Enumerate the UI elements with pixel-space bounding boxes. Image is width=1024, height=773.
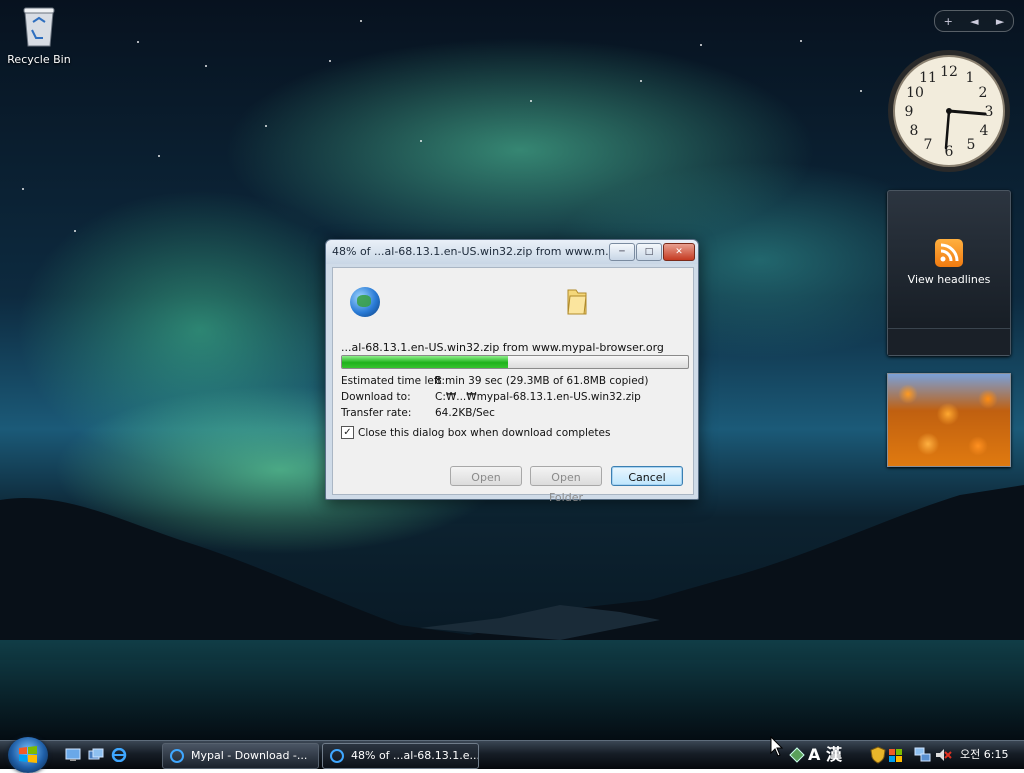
previous-page-button[interactable]: ◄ — [970, 15, 978, 28]
recycle-bin-label: Recycle Bin — [7, 53, 71, 66]
clock-number-2: 2 — [979, 85, 988, 101]
download-source-text: ...al-68.13.1.en-US.win32.zip from www.m… — [341, 341, 664, 354]
clock-gadget[interactable]: 12 1 2 3 4 5 6 7 8 9 10 11 — [886, 48, 1012, 174]
download-progress-bar — [341, 355, 689, 369]
sidebar-controls: + ◄ ► — [934, 10, 1014, 32]
clock-number-4: 4 — [980, 123, 989, 139]
time-left-row: Estimated time left:8 min 39 sec (29.3MB… — [341, 375, 648, 387]
close-when-done-label: Close this dialog box when download comp… — [358, 426, 611, 439]
open-button[interactable]: Open — [450, 466, 522, 486]
ime-hanja-button[interactable]: 漢 — [826, 744, 842, 766]
taskbar: Mypal - Download -... 48% of ...al-68.13… — [0, 737, 1024, 773]
ime-mode-button[interactable]: A — [808, 744, 820, 766]
rss-icon — [935, 239, 963, 267]
clock-number-5: 5 — [967, 137, 976, 153]
clock-number-11: 11 — [919, 70, 937, 86]
close-button[interactable]: ✕ — [663, 243, 695, 261]
taskbar-item-download-progress[interactable]: 48% of ...al-68.13.1.e... — [322, 743, 479, 769]
recycle-bin-icon — [23, 7, 55, 47]
dialog-title: 48% of ...al-68.13.1.en-US.win32.zip fro… — [332, 245, 616, 258]
switch-windows-icon[interactable] — [88, 748, 104, 762]
maximize-button[interactable]: □ — [636, 243, 662, 261]
recycle-bin-shortcut[interactable]: Recycle Bin — [4, 4, 74, 66]
transfer-rate-label: Transfer rate: — [341, 407, 412, 419]
open-folder-button[interactable]: Open Folder — [530, 466, 602, 504]
headlines-footer — [888, 328, 1010, 355]
time-left-label: Estimated time left: — [341, 375, 445, 387]
tray-clock[interactable]: 오전 6:15 — [960, 741, 1008, 769]
show-desktop-icon[interactable] — [65, 748, 81, 762]
browser-quicklaunch-icon[interactable] — [111, 748, 127, 762]
dialog-titlebar[interactable]: 48% of ...al-68.13.1.en-US.win32.zip fro… — [326, 240, 698, 264]
progress-fill — [342, 356, 509, 368]
network-icon[interactable] — [914, 746, 932, 764]
browser-icon — [330, 749, 344, 763]
clock-number-9: 9 — [905, 104, 914, 120]
minimize-button[interactable]: ─ — [609, 243, 635, 261]
download-to-value: C:₩...₩mypal-68.13.1.en-US.win32.zip — [435, 391, 641, 403]
tray-language-icon[interactable] — [788, 746, 806, 764]
clock-number-3: 3 — [985, 104, 994, 120]
transfer-rate-row: Transfer rate: 64.2KB/Sec — [341, 407, 495, 419]
clock-number-12: 12 — [940, 64, 958, 80]
volume-muted-icon[interactable] — [934, 746, 952, 764]
download-to-label: Download to: — [341, 391, 411, 403]
windows-update-icon[interactable] — [888, 746, 904, 764]
mouse-pointer-icon — [770, 736, 784, 757]
taskbar-item-label: Mypal - Download -... — [191, 749, 308, 762]
windows-logo-icon — [19, 746, 37, 763]
browser-icon — [170, 749, 184, 763]
slideshow-gadget[interactable] — [887, 373, 1011, 467]
close-when-done-option[interactable]: ✓ Close this dialog box when download co… — [341, 426, 610, 439]
feed-headlines-gadget[interactable]: View headlines — [887, 190, 1011, 356]
folder-icon — [567, 289, 587, 315]
cancel-button[interactable]: Cancel — [611, 466, 683, 486]
clock-number-7: 7 — [924, 137, 933, 153]
download-progress-dialog: 48% of ...al-68.13.1.en-US.win32.zip fro… — [325, 239, 699, 504]
clock-number-8: 8 — [910, 123, 919, 139]
view-headlines-label: View headlines — [907, 273, 991, 286]
dialog-body: ...al-68.13.1.en-US.win32.zip from www.m… — [332, 267, 694, 504]
globe-icon — [350, 287, 380, 317]
clock-number-10: 10 — [906, 85, 924, 101]
transfer-rate-value: 64.2KB/Sec — [435, 407, 495, 419]
lake-reflection — [0, 640, 1024, 740]
download-to-row: Download to: C:₩...₩mypal-68.13.1.en-US.w… — [341, 391, 641, 403]
security-shield-icon[interactable] — [870, 746, 886, 764]
add-gadget-button[interactable]: + — [944, 15, 953, 28]
clock-number-1: 1 — [966, 70, 975, 86]
close-when-done-checkbox[interactable]: ✓ — [341, 426, 354, 439]
taskbar-item-label: 48% of ...al-68.13.1.e... — [351, 749, 479, 762]
time-left-value: 8 min 39 sec (29.3MB of 61.8MB copied) — [435, 375, 649, 387]
taskbar-item-mypal-download[interactable]: Mypal - Download -... — [162, 743, 319, 769]
next-page-button[interactable]: ► — [996, 15, 1004, 28]
